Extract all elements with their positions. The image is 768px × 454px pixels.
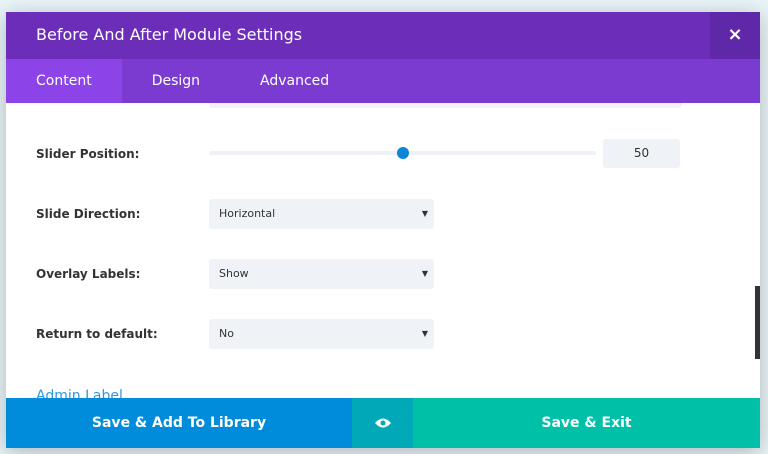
admin-label-heading: Admin Label	[36, 388, 123, 398]
chevron-down-icon: ▼	[421, 269, 428, 278]
return-default-label: Return to default:	[36, 327, 158, 341]
slider-position-track[interactable]	[209, 147, 596, 159]
module-settings-modal: Before And After Module Settings × Conte…	[6, 12, 760, 448]
tab-design[interactable]: Design	[122, 59, 230, 103]
slide-direction-label: Slide Direction:	[36, 207, 141, 221]
scrollbar[interactable]	[755, 286, 760, 359]
chevron-down-icon: ▼	[421, 329, 428, 338]
close-button[interactable]: ×	[710, 12, 760, 59]
slider-position-label: Slider Position:	[36, 147, 140, 161]
modal-footer: Save & Add To Library Save & Exit	[6, 398, 760, 448]
settings-body: Slider Position: 50 Slide Direction: Hor…	[6, 103, 760, 398]
chevron-down-icon: ▼	[421, 209, 428, 218]
modal-header: Before And After Module Settings ×	[6, 12, 760, 59]
slider-position-input[interactable]: 50	[603, 139, 680, 168]
overlay-labels-value: Show	[219, 267, 249, 280]
return-default-value: No	[219, 327, 234, 340]
slide-direction-value: Horizontal	[219, 207, 276, 220]
slider-thumb[interactable]	[396, 147, 409, 159]
tab-content[interactable]: Content	[6, 59, 122, 103]
preview-button[interactable]	[352, 398, 413, 448]
tab-advanced[interactable]: Advanced	[230, 59, 359, 103]
slide-direction-select[interactable]: Horizontal ▼	[209, 199, 434, 229]
previous-field	[209, 103, 682, 108]
modal-title: Before And After Module Settings	[36, 25, 303, 44]
return-default-select[interactable]: No ▼	[209, 319, 434, 349]
overlay-labels-label: Overlay Labels:	[36, 267, 141, 281]
overlay-labels-select[interactable]: Show ▼	[209, 259, 434, 289]
tab-bar: Content Design Advanced	[6, 59, 760, 103]
save-exit-button[interactable]: Save & Exit	[413, 398, 760, 448]
save-add-library-button[interactable]: Save & Add To Library	[6, 398, 352, 448]
eye-icon	[374, 418, 391, 428]
